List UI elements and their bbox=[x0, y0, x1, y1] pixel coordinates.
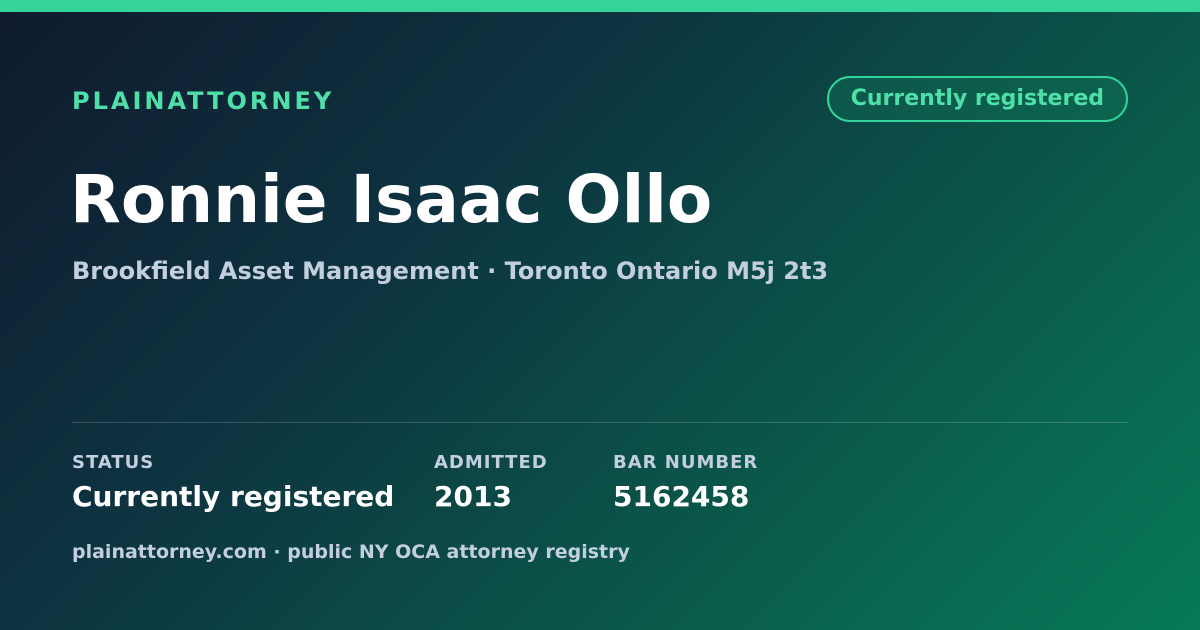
stat-status: STATUS Currently registered bbox=[72, 450, 394, 515]
footer-source-note: plainattorney.com · public NY OCA attorn… bbox=[72, 541, 630, 563]
status-badge: Currently registered bbox=[826, 76, 1128, 122]
stat-bar-number-label: BAR NUMBER bbox=[613, 452, 759, 473]
stat-bar-number: BAR NUMBER 5162458 bbox=[613, 450, 758, 515]
top-accent-bar bbox=[0, 0, 1200, 12]
stat-bar-number-value: 5162458 bbox=[613, 480, 750, 513]
stat-admitted: ADMITTED 2013 bbox=[434, 450, 548, 515]
attorney-card: PLAINATTORNEY Currently registered Ronni… bbox=[0, 0, 1200, 630]
divider bbox=[72, 422, 1128, 423]
brand-logo-text: PLAINATTORNEY bbox=[72, 87, 335, 115]
stat-admitted-value: 2013 bbox=[434, 480, 512, 513]
stat-status-label: STATUS bbox=[72, 452, 155, 473]
attorney-employer-location: Brookfield Asset Management · Toronto On… bbox=[72, 257, 829, 285]
stat-status-value: Currently registered bbox=[72, 480, 395, 513]
stat-admitted-label: ADMITTED bbox=[434, 452, 548, 473]
attorney-name: Ronnie Isaac Ollo bbox=[70, 161, 713, 238]
